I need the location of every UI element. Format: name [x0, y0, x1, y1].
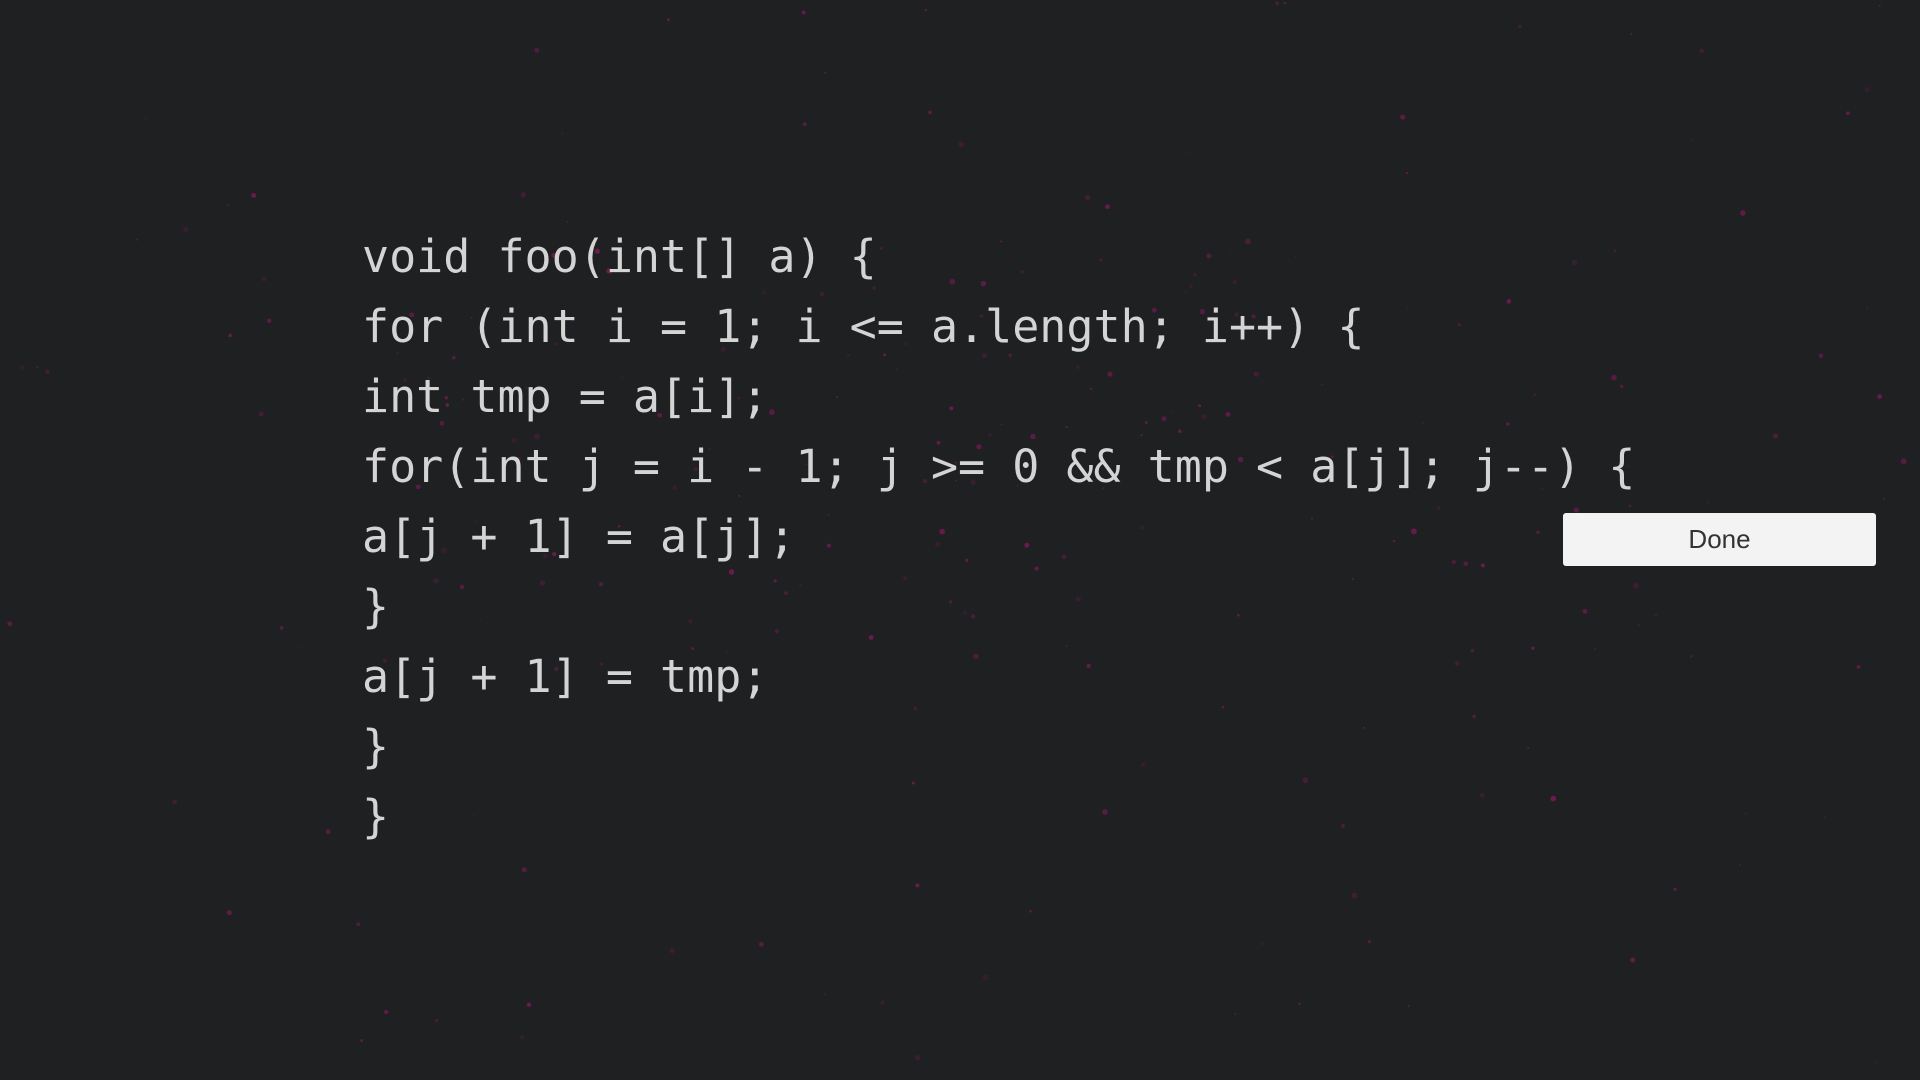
particle-dot — [1407, 1005, 1410, 1008]
particle-dot — [1699, 48, 1704, 54]
particle-dot — [261, 276, 267, 282]
particle-dot — [1351, 892, 1358, 899]
particle-dot — [914, 1054, 921, 1061]
particle-dot — [1654, 613, 1658, 617]
particle-dot — [1877, 394, 1882, 399]
particle-dot — [561, 132, 564, 135]
particle-dot — [1846, 111, 1850, 116]
particle-dot — [251, 192, 257, 198]
particle-dot — [958, 141, 964, 148]
particle-dot — [19, 365, 25, 370]
particle-dot — [36, 366, 39, 369]
particle-dot — [801, 10, 806, 15]
particle-dot — [228, 333, 232, 338]
particle-dot — [982, 974, 989, 981]
particle-dot — [1900, 458, 1907, 465]
particle-dot — [1870, 190, 1873, 193]
particle-dot — [667, 18, 670, 22]
particle-dot — [669, 948, 675, 954]
particle-dot — [823, 993, 826, 996]
code-line: int tmp = a[i]; — [362, 370, 769, 423]
particle-dot — [1865, 307, 1869, 310]
particle-dot — [434, 1018, 439, 1022]
code-line: } — [362, 580, 390, 633]
done-button[interactable]: Done — [1563, 513, 1876, 566]
particle-dot — [1367, 940, 1371, 944]
particle-dot — [1690, 655, 1693, 658]
code-block: void foo(int[] a) { for (int i = 1; i <=… — [362, 222, 1635, 852]
particle-dot — [880, 1000, 885, 1005]
particle-dot — [520, 1035, 524, 1040]
particle-dot — [1864, 86, 1870, 93]
particle-dot — [1772, 433, 1779, 439]
particle-dot — [1673, 887, 1677, 892]
particle-dot — [924, 8, 927, 12]
particle-dot — [521, 867, 527, 873]
particle-dot — [1283, 1, 1287, 5]
particle-dot — [1882, 498, 1885, 500]
code-line: for(int j = i - 1; j >= 0 && tmp < a[j];… — [362, 440, 1636, 493]
particle-dot — [1518, 24, 1522, 29]
particle-dot — [534, 47, 540, 53]
particle-dot — [802, 122, 807, 127]
code-line: for (int i = 1; i <= a.length; i++) { — [362, 300, 1365, 353]
particle-dot — [1740, 210, 1746, 216]
particle-dot — [1261, 942, 1264, 946]
code-line: } — [362, 790, 390, 843]
particle-dot — [1637, 624, 1640, 627]
particle-dot — [759, 941, 764, 947]
particle-dot — [1630, 32, 1633, 35]
particle-dot — [226, 910, 232, 916]
particle-dot — [266, 318, 272, 324]
particle-dot — [1275, 1, 1279, 6]
particle-dot — [824, 71, 827, 74]
particle-dot — [915, 883, 920, 888]
particle-dot — [384, 1010, 389, 1015]
particle-dot — [1029, 909, 1032, 913]
particle-dot — [1085, 195, 1091, 201]
code-line: a[j + 1] = tmp; — [362, 650, 769, 703]
particle-dot — [1105, 204, 1110, 210]
particle-dot — [1739, 863, 1742, 866]
particle-dot — [1405, 171, 1409, 175]
particle-dot — [1856, 665, 1861, 669]
code-screen: void foo(int[] a) { for (int i = 1; i <=… — [0, 0, 1920, 1080]
particle-dot — [279, 625, 284, 630]
particle-dot — [1818, 353, 1824, 359]
particle-dot — [258, 411, 264, 417]
code-line: } — [362, 720, 390, 773]
particle-dot — [526, 1002, 532, 1007]
code-line: void foo(int[] a) { — [362, 230, 877, 283]
particle-dot — [7, 621, 13, 627]
particle-dot — [360, 1039, 363, 1042]
particle-dot — [520, 192, 526, 198]
particle-dot — [297, 645, 300, 648]
particle-dot — [1823, 815, 1826, 818]
particle-dot — [1706, 500, 1710, 504]
particle-dot — [1878, 4, 1881, 7]
particle-dot — [356, 922, 361, 927]
particle-dot — [1234, 1013, 1237, 1016]
particle-dot — [1690, 138, 1693, 141]
particle-dot — [1630, 957, 1636, 963]
particle-dot — [1298, 1002, 1301, 1005]
particle-dot — [145, 117, 148, 120]
particle-dot — [45, 369, 50, 374]
code-line: a[j + 1] = a[j]; — [362, 510, 796, 563]
particle-dot — [183, 226, 189, 232]
particle-dot — [1188, 153, 1191, 155]
particle-dot — [928, 110, 932, 115]
particle-dot — [325, 829, 331, 835]
particle-dot — [1400, 114, 1406, 120]
particle-dot — [135, 238, 138, 241]
particle-dot — [1744, 812, 1747, 815]
particle-dot — [226, 203, 230, 207]
particle-dot — [1874, 1061, 1878, 1064]
particle-dot — [172, 799, 178, 805]
